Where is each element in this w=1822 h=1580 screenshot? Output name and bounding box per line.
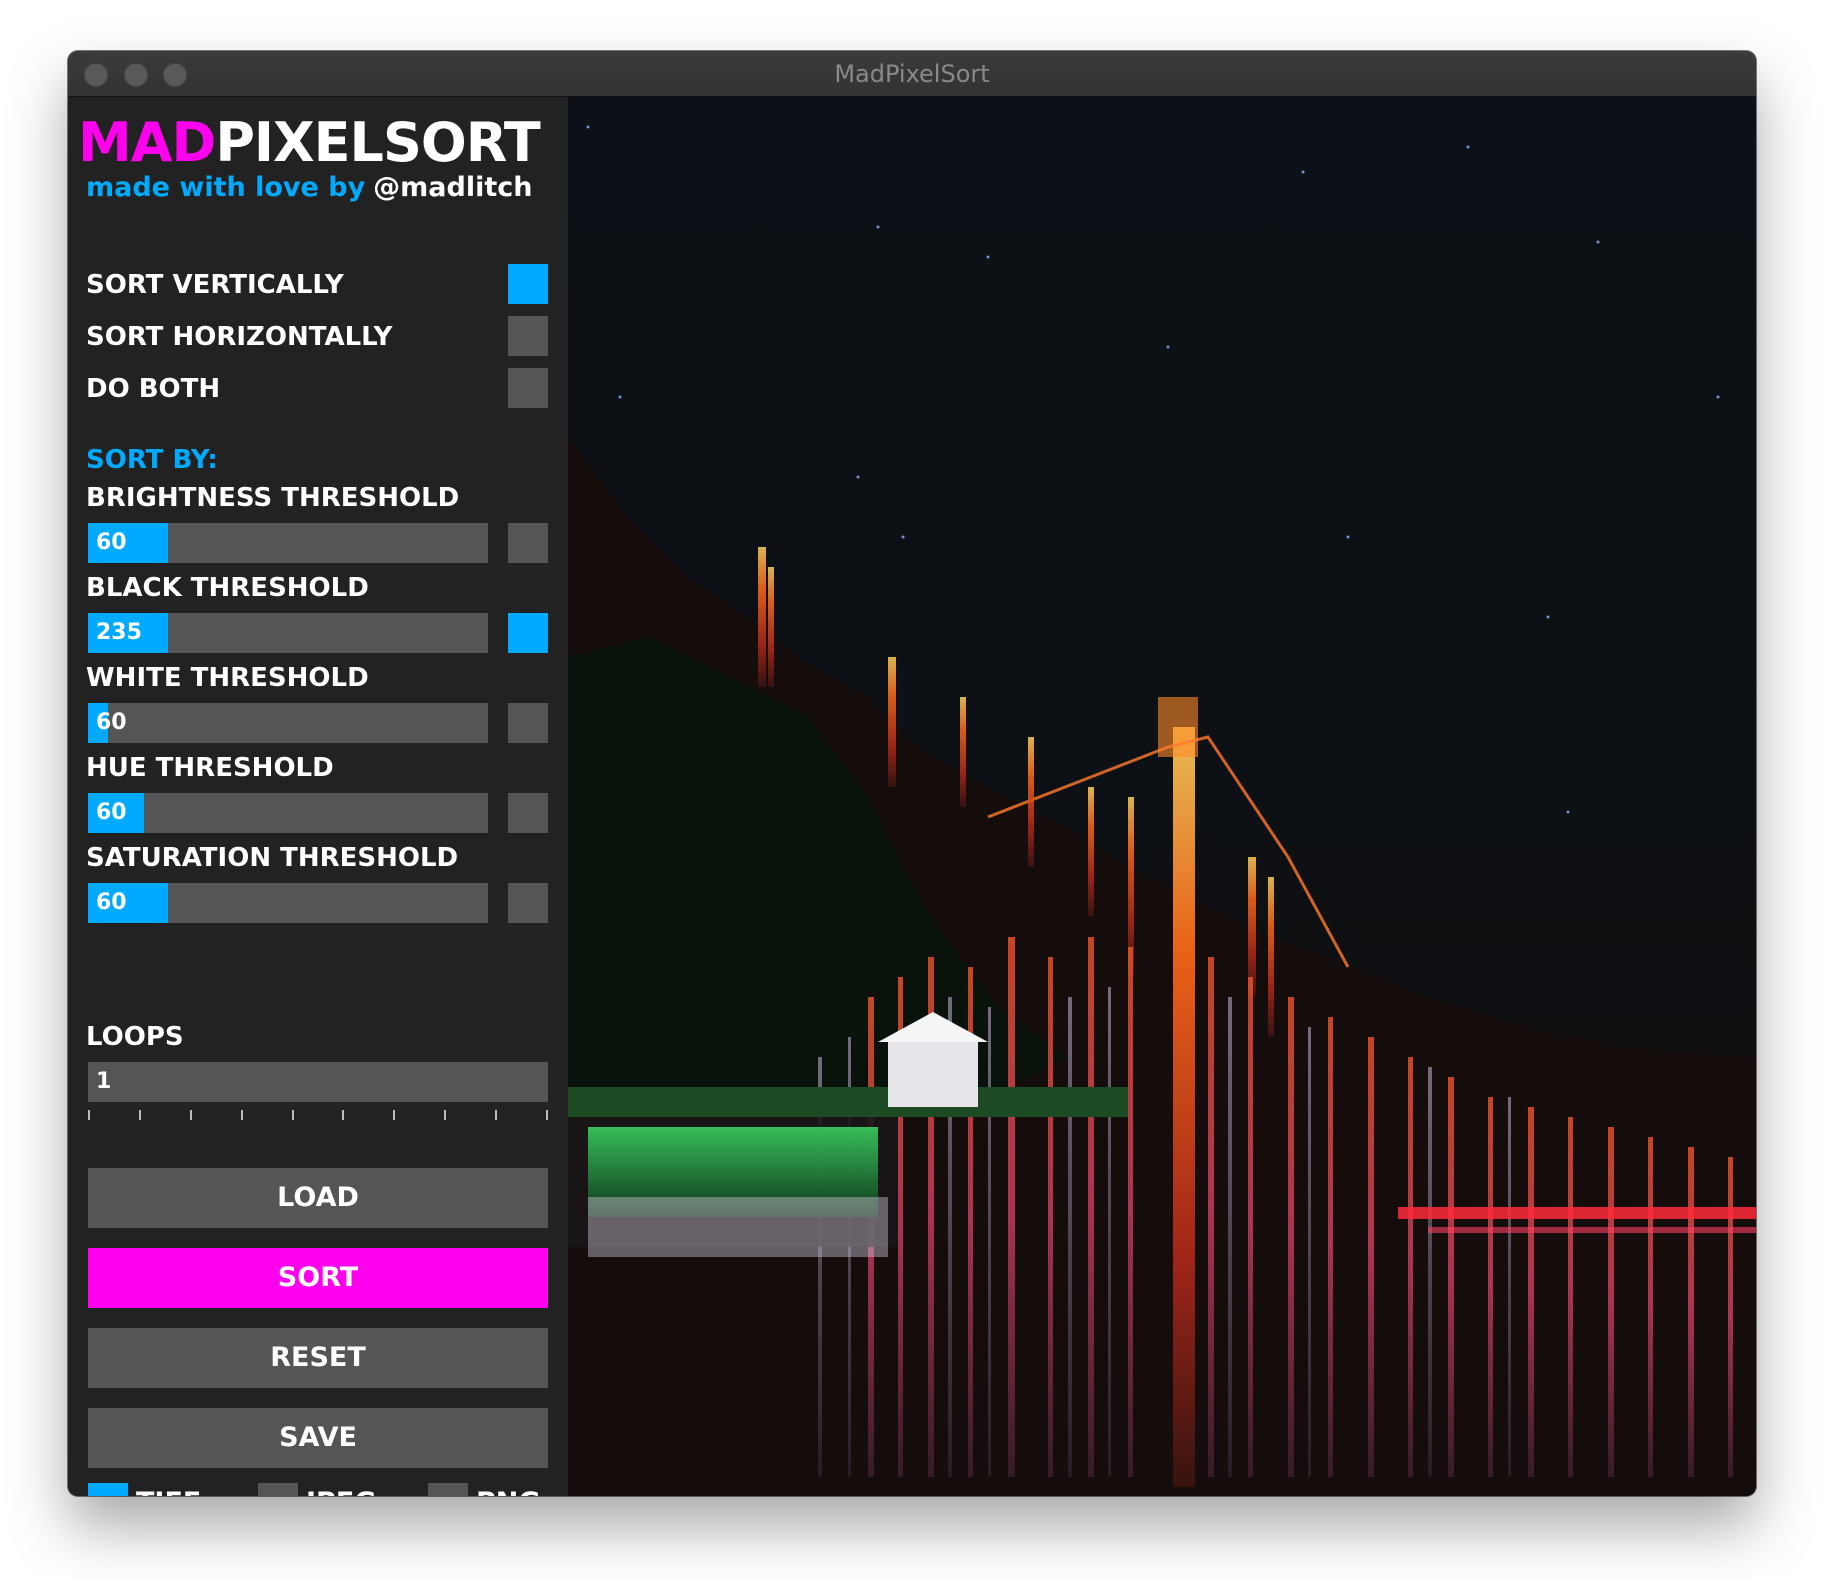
slider-value: 60 (96, 710, 127, 735)
loops-slider[interactable]: 1 (88, 1062, 548, 1102)
loops-label: LOOPS (86, 1022, 184, 1052)
author-handle: @madlitch (373, 172, 533, 203)
sort-vertically-label: SORT VERTICALLY (86, 270, 344, 300)
image-preview (568, 97, 1756, 1496)
saturation-threshold-label: SATURATION THRESHOLD (86, 843, 459, 873)
title-bar[interactable]: MadPixelSort (68, 51, 1756, 97)
loops-tick (393, 1110, 396, 1120)
credit-tagline: made with love by (86, 172, 366, 203)
white-threshold-toggle[interactable] (508, 703, 548, 743)
credit-line: made with love by @madlitch (86, 171, 533, 205)
hue-threshold-slider[interactable]: 60 (88, 793, 488, 833)
sort-by-heading: SORT BY: (86, 445, 218, 475)
control-panel: MADPIXELSORT made with love by @madlitch … (68, 97, 568, 1496)
black-threshold-label: BLACK THRESHOLD (86, 573, 369, 603)
white-threshold-slider[interactable]: 60 (88, 703, 488, 743)
saturation-threshold-slider[interactable]: 60 (88, 883, 488, 923)
brightness-threshold-label: BRIGHTNESS THRESHOLD (86, 483, 460, 513)
loops-tick (189, 1110, 192, 1120)
brightness-threshold-slider[interactable]: 60 (88, 523, 488, 563)
loops-tick (444, 1110, 447, 1120)
sort-vertically-checkbox[interactable] (508, 264, 548, 304)
hue-threshold-toggle[interactable] (508, 793, 548, 833)
white-threshold-label: WHITE THRESHOLD (86, 663, 369, 693)
do-both-label: DO BOTH (86, 374, 221, 404)
pixel-sorted-night-photo (568, 97, 1756, 1496)
slider-value: 60 (96, 800, 127, 825)
jpeg-label: JPEG (306, 1483, 376, 1496)
black-threshold-slider[interactable]: 235 (88, 613, 488, 653)
sort-horizontally-checkbox[interactable] (508, 316, 548, 356)
logo-part-mad: MAD (78, 111, 216, 174)
slider-value: 60 (96, 890, 127, 915)
loops-tick (546, 1110, 548, 1120)
do-both-checkbox[interactable] (508, 368, 548, 408)
slider-value: 60 (96, 530, 127, 555)
loops-tick (138, 1110, 141, 1120)
tiff-checkbox[interactable] (88, 1483, 128, 1496)
brightness-threshold-toggle[interactable] (508, 523, 548, 563)
saturation-threshold-toggle[interactable] (508, 883, 548, 923)
loops-tick (88, 1110, 90, 1120)
app-logo: MADPIXELSORT (78, 111, 541, 174)
hue-threshold-label: HUE THRESHOLD (86, 753, 334, 783)
tiff-label: TIFF (136, 1483, 201, 1496)
loops-value: 1 (96, 1069, 112, 1094)
slider-value: 235 (96, 620, 142, 645)
sort-horizontally-label: SORT HORIZONTALLY (86, 322, 393, 352)
app-window: MadPixelSort MADPIXELSORT made with love… (68, 51, 1756, 1496)
loops-tick (291, 1110, 294, 1120)
loops-tick (495, 1110, 498, 1120)
loops-tick (240, 1110, 243, 1120)
sort-button[interactable]: SORT (88, 1248, 548, 1308)
logo-part-pixelsort: PIXELSORT (215, 111, 540, 174)
png-label: PNG (476, 1483, 541, 1496)
save-button[interactable]: SAVE (88, 1408, 548, 1468)
png-checkbox[interactable] (428, 1483, 468, 1496)
reset-button[interactable]: RESET (88, 1328, 548, 1388)
load-button[interactable]: LOAD (88, 1168, 548, 1228)
window-title: MadPixelSort (834, 60, 990, 88)
black-threshold-toggle[interactable] (508, 613, 548, 653)
loops-tick (342, 1110, 345, 1120)
jpeg-checkbox[interactable] (258, 1483, 298, 1496)
loops-ticks (88, 1110, 548, 1120)
